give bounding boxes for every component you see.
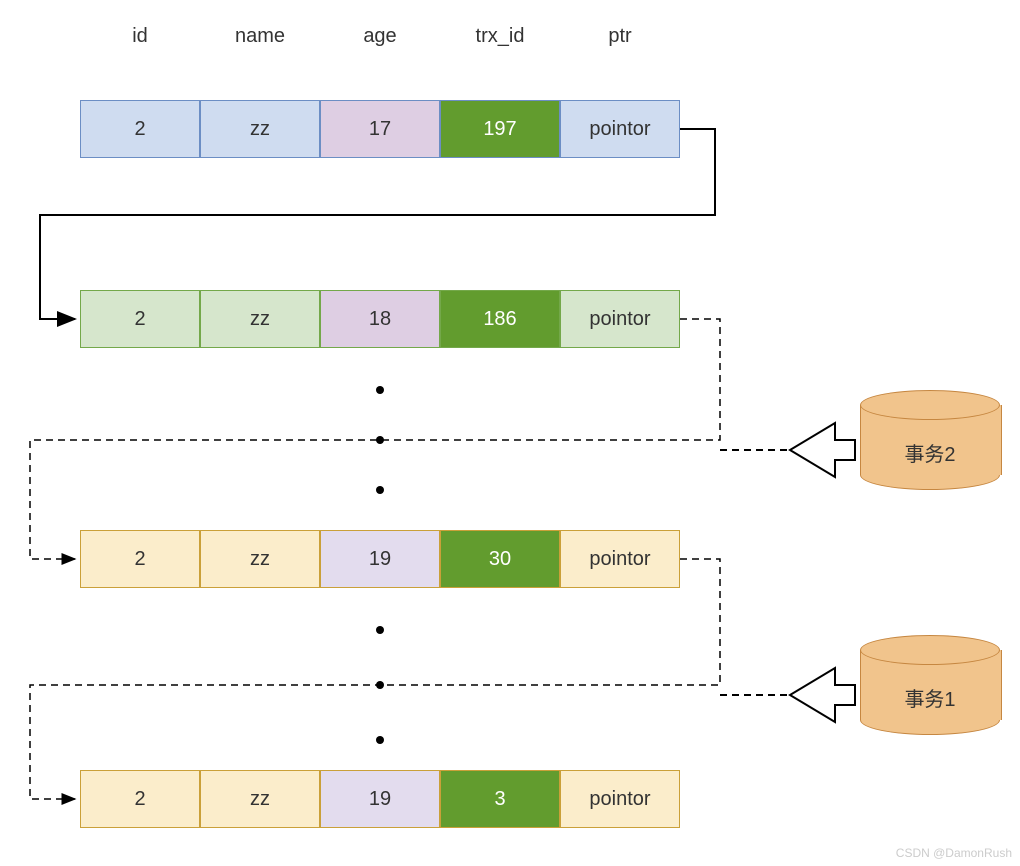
arrow-r0-to-r1 bbox=[40, 129, 715, 319]
block-arrow-db2 bbox=[790, 423, 855, 477]
block-arrow-db1 bbox=[790, 668, 855, 722]
ellipsis-dots bbox=[376, 386, 384, 744]
connectors bbox=[0, 0, 1020, 866]
watermark: CSDN @DamonRush bbox=[896, 846, 1012, 860]
arrow-r2-to-r3 bbox=[30, 559, 720, 799]
arrow-r1-to-r2 bbox=[30, 319, 720, 559]
